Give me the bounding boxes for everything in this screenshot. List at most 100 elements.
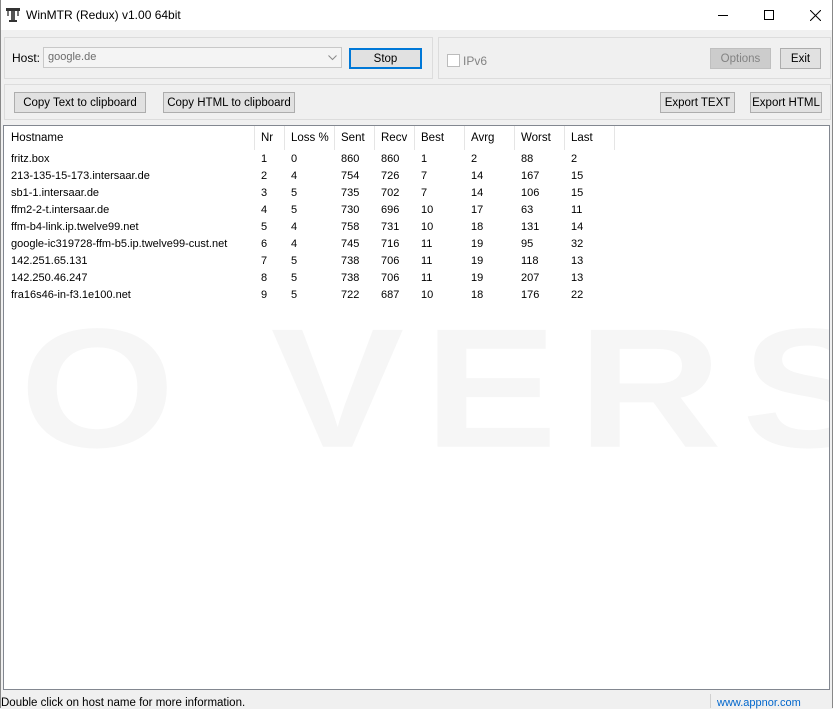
cell-loss: 5 [291, 289, 298, 301]
column-header-nr[interactable]: Nr [255, 126, 285, 150]
column-header-hostname[interactable]: Hostname [5, 126, 255, 150]
cell-worst: 95 [521, 238, 534, 250]
table-row[interactable]: sb1-1.intersaar.de 3 5 735 702 7 14 106 15 [4, 185, 829, 202]
cell-last: 15 [571, 187, 584, 199]
cell-loss: 5 [291, 255, 298, 267]
winmtr-window: WinMTR (Redux) v1.00 64bit Host: google.… [0, 0, 833, 709]
cell-last: 11 [571, 204, 583, 216]
title-bar[interactable]: WinMTR (Redux) v1.00 64bit [1, 0, 832, 30]
ipv6-label: IPv6 [463, 54, 488, 68]
column-header-recv[interactable]: Recv [375, 126, 415, 150]
status-bar: Double click on host name for more infor… [1, 692, 832, 709]
cell-nr: 4 [261, 204, 268, 216]
results-listview[interactable]: IO VERS HostnameNrLoss %SentRecvBestAvrg… [3, 125, 830, 690]
cell-sent: 758 [341, 221, 360, 233]
cell-hostname: 213-135-15-173.intersaar.de [11, 170, 150, 182]
cell-sent: 730 [341, 204, 360, 216]
ipv6-checkbox[interactable] [447, 54, 460, 67]
cell-best: 11 [421, 272, 433, 284]
cell-best: 10 [421, 221, 434, 233]
cell-sent: 738 [341, 272, 360, 284]
table-row[interactable]: 142.251.65.131 7 5 738 706 11 19 118 13 [4, 253, 829, 270]
cell-worst: 176 [521, 289, 540, 301]
table-row[interactable]: 213-135-15-173.intersaar.de 2 4 754 726 7 14 16… [4, 168, 829, 185]
column-header-loss[interactable]: Loss % [285, 126, 335, 150]
cell-best: 11 [421, 255, 433, 267]
cell-loss: 5 [291, 187, 298, 199]
cell-hostname: ffm-b4-link.ip.twelve99.net [11, 221, 139, 233]
cell-recv: 726 [381, 170, 400, 182]
cell-loss: 4 [291, 238, 298, 250]
table-row[interactable]: ffm-b4-link.ip.twelve99.net 5 4 758 731 10 18 1… [4, 219, 829, 236]
winmtr-app-icon [5, 8, 21, 22]
cell-nr: 5 [261, 221, 268, 233]
cell-avrg: 19 [471, 238, 484, 250]
table-row[interactable]: google-ic319728-ffm-b5.ip.twelve99-cust.… [4, 236, 829, 253]
cell-recv: 706 [381, 272, 400, 284]
cell-avrg: 19 [471, 255, 484, 267]
table-row[interactable]: 142.250.46.247 8 5 738 706 11 19 207 13 [4, 270, 829, 287]
cell-best: 7 [421, 187, 428, 199]
minimize-icon [718, 15, 728, 16]
table-row[interactable]: ffm2-2-t.intersaar.de 4 5 730 696 10 17 63 11 [4, 202, 829, 219]
copy-text-button[interactable]: Copy Text to clipboard [14, 92, 146, 113]
cell-avrg: 17 [471, 204, 484, 216]
copy-html-button[interactable]: Copy HTML to clipboard [163, 92, 295, 113]
cell-nr: 6 [261, 238, 268, 250]
options-button[interactable]: Options [710, 48, 771, 69]
cell-last: 13 [571, 255, 584, 267]
cell-sent: 860 [341, 153, 360, 165]
maximize-button[interactable] [746, 0, 792, 30]
host-value: google.de [48, 51, 97, 63]
cell-last: 32 [571, 238, 584, 250]
cell-avrg: 14 [471, 170, 484, 182]
cell-loss: 5 [291, 272, 298, 284]
exit-button[interactable]: Exit [780, 48, 821, 69]
cell-sent: 735 [341, 187, 360, 199]
column-header-last[interactable]: Last [565, 126, 615, 150]
cell-recv: 702 [381, 187, 400, 199]
cell-hostname: fritz.box [11, 153, 50, 165]
cell-best: 10 [421, 289, 434, 301]
window-title: WinMTR (Redux) v1.00 64bit [26, 8, 181, 22]
cell-nr: 1 [261, 153, 268, 165]
status-message: Double click on host name for more infor… [1, 697, 246, 709]
cell-worst: 207 [521, 272, 540, 284]
close-button[interactable] [792, 0, 833, 30]
cell-nr: 2 [261, 170, 268, 182]
cell-best: 11 [421, 238, 433, 250]
cell-worst: 118 [521, 255, 539, 267]
cell-recv: 716 [381, 238, 400, 250]
cell-avrg: 2 [471, 153, 478, 165]
export-text-button[interactable]: Export TEXT [660, 92, 735, 113]
website-link[interactable]: www.appnor.com [717, 697, 801, 709]
table-row[interactable]: fra16s46-in-f3.1e100.net 9 5 722 687 10 18 176 2… [4, 287, 829, 304]
cell-loss: 0 [291, 153, 298, 165]
cell-recv: 860 [381, 153, 400, 165]
table-row[interactable]: fritz.box 1 0 860 860 1 2 88 2 [4, 151, 829, 168]
cell-best: 7 [421, 170, 428, 182]
minimize-button[interactable] [700, 0, 746, 30]
stop-button[interactable]: Stop [349, 48, 422, 69]
column-header-worst[interactable]: Worst [515, 126, 565, 150]
cell-worst: 88 [521, 153, 534, 165]
cell-last: 22 [571, 289, 584, 301]
chevron-down-icon[interactable] [324, 48, 341, 67]
cell-loss: 4 [291, 221, 298, 233]
host-combobox[interactable]: google.de [43, 47, 342, 68]
export-html-button[interactable]: Export HTML [750, 92, 822, 113]
column-header-avrg[interactable]: Avrg [465, 126, 515, 150]
close-icon [809, 9, 821, 21]
cell-recv: 706 [381, 255, 400, 267]
cell-avrg: 14 [471, 187, 484, 199]
column-header-sent[interactable]: Sent [335, 126, 375, 150]
cell-hostname: fra16s46-in-f3.1e100.net [11, 289, 131, 301]
cell-last: 14 [571, 221, 584, 233]
watermark: IO VERS [4, 293, 829, 484]
cell-worst: 131 [521, 221, 540, 233]
cell-loss: 4 [291, 170, 298, 182]
cell-recv: 687 [381, 289, 400, 301]
cell-worst: 106 [521, 187, 540, 199]
column-header-best[interactable]: Best [415, 126, 465, 150]
cell-last: 13 [571, 272, 584, 284]
